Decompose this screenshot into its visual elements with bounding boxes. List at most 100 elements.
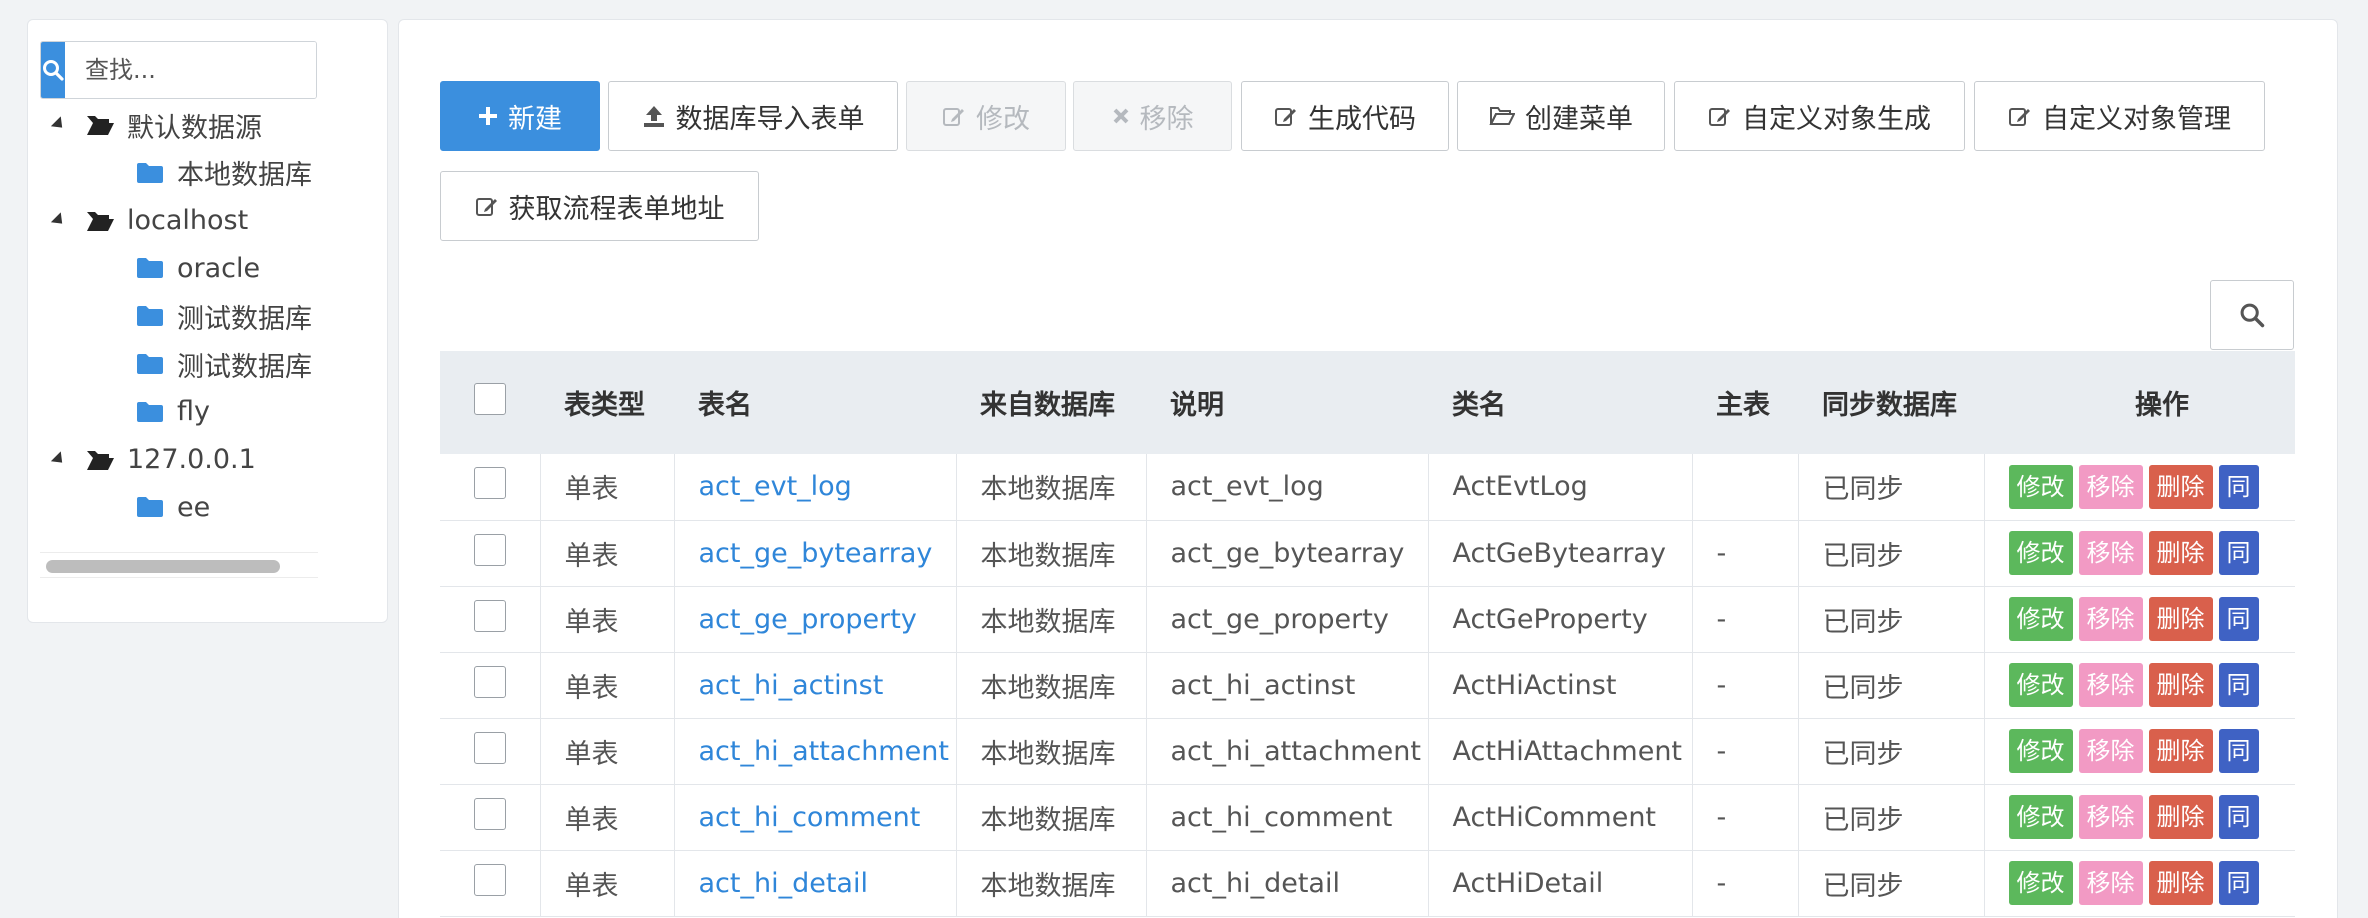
table-search-button[interactable] <box>2210 280 2294 350</box>
table-name-link[interactable]: act_hi_actinst <box>699 670 884 701</box>
row-move-button[interactable]: 移除 <box>2078 729 2143 773</box>
header-source-db[interactable]: 来自数据库 <box>956 351 1146 454</box>
header-class-name[interactable]: 类名 <box>1428 351 1692 454</box>
table-name-link[interactable]: act_hi_comment <box>699 802 921 833</box>
get-flow-form-url-button[interactable]: 获取流程表单地址 <box>440 171 759 241</box>
row-checkbox[interactable] <box>474 599 506 632</box>
row-sync-button[interactable]: 同 <box>2218 597 2259 641</box>
cell-description: act_ge_property <box>1146 586 1429 652</box>
row-edit-button[interactable]: 修改 <box>2008 795 2073 839</box>
tree-node[interactable]: 测试数据库 <box>135 296 318 336</box>
tree-node-label: oracle <box>177 252 261 284</box>
cell-table-name: act_ge_property <box>674 586 957 652</box>
edit-icon <box>1274 104 1298 128</box>
header-table-type[interactable]: 表类型 <box>540 351 674 454</box>
row-move-button[interactable]: 移除 <box>2078 861 2143 905</box>
cell-sync-status: 已同步 <box>1798 718 1985 784</box>
row-checkbox[interactable] <box>474 467 506 500</box>
folder-open-icon <box>87 116 114 135</box>
create-menu-button[interactable]: 创建菜单 <box>1457 81 1665 151</box>
row-delete-button[interactable]: 删除 <box>2148 464 2213 509</box>
row-select-cell <box>440 652 541 718</box>
cell-table-type: 单表 <box>540 718 675 784</box>
header-table-name[interactable]: 表名 <box>674 351 956 454</box>
row-move-button[interactable]: 移除 <box>2078 663 2143 707</box>
row-sync-button[interactable]: 同 <box>2218 663 2259 707</box>
cell-description: act_hi_comment <box>1146 784 1429 850</box>
tree-node[interactable]: 本地数据库 <box>135 153 318 193</box>
header-description[interactable]: 说明 <box>1146 351 1428 454</box>
cell-source-db: 本地数据库 <box>956 652 1147 718</box>
table-name-link[interactable]: act_ge_property <box>699 604 917 635</box>
folder-icon <box>137 162 163 183</box>
edit-button[interactable]: 修改 <box>906 81 1066 151</box>
tree-expand-toggle[interactable] <box>50 116 68 133</box>
row-delete-button[interactable]: 删除 <box>2148 729 2213 773</box>
new-button[interactable]: 新建 <box>440 81 600 151</box>
header-master-table[interactable]: 主表 <box>1692 351 1798 454</box>
create-menu-label: 创建菜单 <box>1525 103 1633 135</box>
table-container: 表类型 表名 来自数据库 说明 类名 主表 同步数据库 操作 单表 act_evt… <box>440 351 2295 918</box>
table-name-link[interactable]: act_hi_detail <box>699 868 868 899</box>
row-edit-button[interactable]: 修改 <box>2008 861 2073 905</box>
cell-master-table: - <box>1692 586 1799 652</box>
import-from-db-button[interactable]: 数据库导入表单 <box>608 81 898 151</box>
row-checkbox[interactable] <box>474 533 506 566</box>
tree-node[interactable]: 测试数据库 <box>135 344 318 384</box>
header-sync-db[interactable]: 同步数据库 <box>1798 351 1984 454</box>
table-name-link[interactable]: act_evt_log <box>699 471 852 502</box>
cell-sync-status: 已同步 <box>1798 784 1985 850</box>
row-move-button[interactable]: 移除 <box>2078 795 2143 839</box>
row-delete-button[interactable]: 删除 <box>2148 861 2213 905</box>
row-delete-button[interactable]: 删除 <box>2148 663 2213 707</box>
row-edit-button[interactable]: 修改 <box>2008 663 2073 707</box>
table-name-link[interactable]: act_hi_attachment <box>699 736 949 767</box>
tree-node[interactable]: 默认数据源 <box>85 105 318 145</box>
tree-node[interactable]: fly <box>135 392 318 432</box>
tree-expand-toggle[interactable] <box>50 450 68 468</box>
select-all-checkbox[interactable] <box>474 383 506 415</box>
row-move-button[interactable]: 移除 <box>2078 531 2143 575</box>
cell-description: act_hi_actinst <box>1146 652 1429 718</box>
cell-table-name: act_ge_bytearray <box>674 520 957 586</box>
row-checkbox[interactable] <box>474 797 506 830</box>
row-edit-button[interactable]: 修改 <box>2008 729 2073 773</box>
row-move-button[interactable]: 移除 <box>2078 597 2143 641</box>
row-delete-button[interactable]: 删除 <box>2148 531 2213 575</box>
row-sync-button[interactable]: 同 <box>2218 531 2259 575</box>
row-sync-button[interactable]: 同 <box>2218 464 2259 509</box>
scrollbar-thumb[interactable] <box>46 560 280 573</box>
row-checkbox[interactable] <box>474 665 506 698</box>
row-sync-button[interactable]: 同 <box>2218 861 2259 905</box>
table-name-link[interactable]: act_ge_bytearray <box>699 538 933 569</box>
row-delete-button[interactable]: 删除 <box>2148 795 2213 839</box>
row-checkbox[interactable] <box>474 731 506 764</box>
tree-node[interactable]: ee <box>135 487 318 527</box>
tree-expand-toggle[interactable] <box>50 211 68 229</box>
cell-class-name: ActHiDetail <box>1428 850 1693 916</box>
row-edit-button[interactable]: 修改 <box>2008 597 2073 641</box>
cell-master-table <box>1692 454 1799 520</box>
tree-search-input[interactable] <box>65 42 316 98</box>
custom-object-manage-button[interactable]: 自定义对象管理 <box>1974 81 2265 151</box>
folder-open-icon <box>87 211 114 231</box>
custom-object-generate-button[interactable]: 自定义对象生成 <box>1674 81 1965 151</box>
generate-code-button[interactable]: 生成代码 <box>1241 81 1449 151</box>
tree-node[interactable]: 127.0.0.1 <box>85 440 318 480</box>
row-sync-button[interactable]: 同 <box>2218 729 2259 773</box>
row-move-button[interactable]: 移除 <box>2078 464 2143 509</box>
remove-button[interactable]: 移除 <box>1073 81 1232 151</box>
tree-node[interactable]: localhost <box>85 201 318 241</box>
tree-node[interactable]: oracle <box>135 248 318 288</box>
row-delete-button[interactable]: 删除 <box>2148 597 2213 641</box>
row-edit-button[interactable]: 修改 <box>2008 531 2073 575</box>
row-edit-button[interactable]: 修改 <box>2008 464 2073 509</box>
cell-source-db: 本地数据库 <box>956 454 1147 520</box>
row-checkbox[interactable] <box>474 863 506 896</box>
row-sync-button[interactable]: 同 <box>2218 795 2259 839</box>
generate-code-label: 生成代码 <box>1308 103 1416 135</box>
folder-icon <box>137 497 163 518</box>
tree-search-button[interactable] <box>41 42 65 98</box>
search-icon <box>43 60 64 81</box>
tree-horizontal-scrollbar[interactable] <box>40 552 318 578</box>
